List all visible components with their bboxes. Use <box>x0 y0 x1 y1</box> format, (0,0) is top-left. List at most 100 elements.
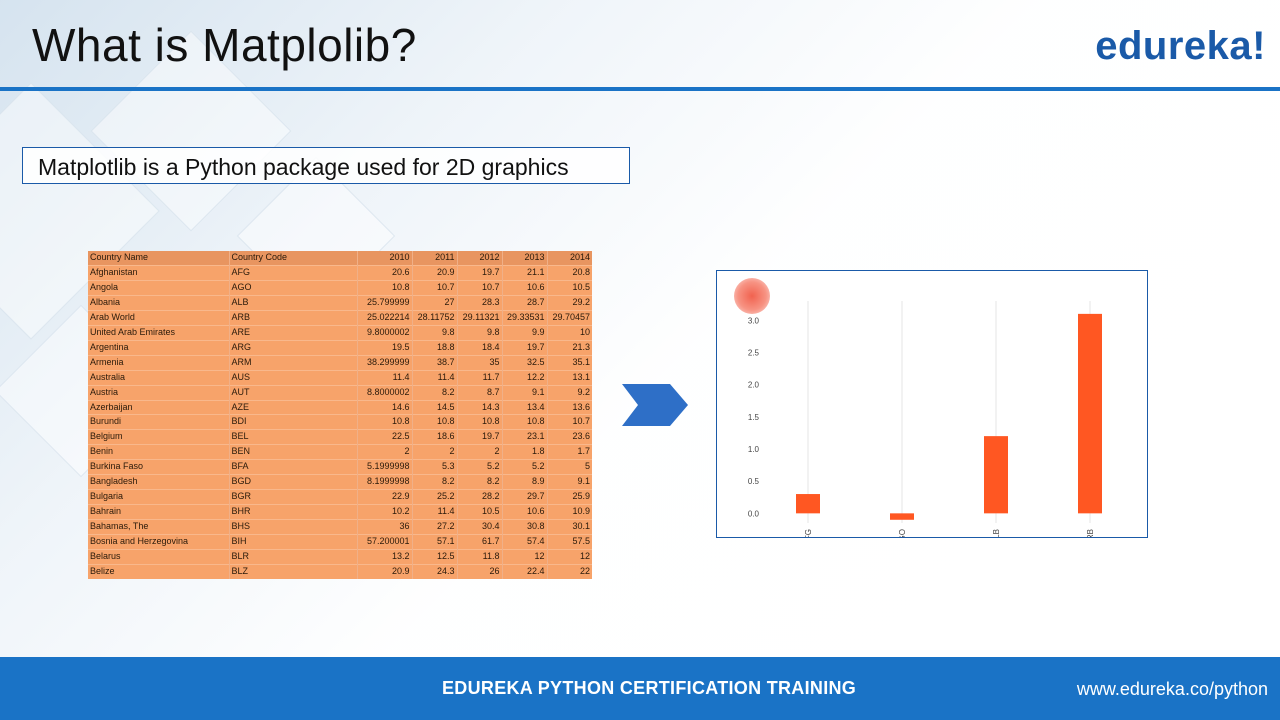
table-cell: BEL <box>228 429 357 445</box>
table-cell: 36 <box>356 519 412 535</box>
table-cell: 11.8 <box>456 549 502 565</box>
table-cell: 25.2 <box>411 489 457 505</box>
table-cell: 23.6 <box>546 429 592 445</box>
table-cell: 14.6 <box>356 399 412 415</box>
bar <box>890 513 914 520</box>
table-cell: BLR <box>228 549 357 565</box>
table-row: Burundi BDI 10.8 10.8 10.8 10.8 10.7 <box>88 414 592 430</box>
table-cell: 2 <box>411 444 457 460</box>
table-cell: 28.11752 <box>411 309 457 326</box>
y-tick-label: 1.5 <box>748 413 760 422</box>
table-cell: 18.8 <box>411 339 457 356</box>
website-url[interactable]: www.edureka.co/python <box>1077 679 1268 700</box>
table-cell: Belize <box>88 563 229 579</box>
table-cell: 18.6 <box>411 429 457 445</box>
table-cell: 10.2 <box>356 504 412 520</box>
table-cell: Arab World <box>88 309 229 326</box>
table-cell: Australia <box>88 369 229 386</box>
table-cell: 5.3 <box>411 459 457 475</box>
table-cell: Benin <box>88 444 229 460</box>
bar-chart: 0.0 0.5 1.0 1.5 2.0 2.5 3.0 AFG AGO ALB ARB <box>748 301 1102 547</box>
y-tick-label: 3.0 <box>748 316 760 325</box>
table-cell: 22.9 <box>356 489 412 505</box>
table-cell: 8.1999998 <box>356 474 412 490</box>
table-cell: 8.2 <box>411 474 457 490</box>
table-cell: 20.9 <box>411 264 457 281</box>
table-cell: AUT <box>228 384 357 401</box>
x-tick-label: ARB <box>1086 529 1095 537</box>
table-cell: 10.6 <box>501 279 547 296</box>
table-row: Bahrain BHR 10.2 11.4 10.5 10.6 10.9 <box>88 504 592 520</box>
table-cell: 10.5 <box>546 279 592 296</box>
table-cell: Bangladesh <box>88 474 229 490</box>
table-cell: 5 <box>546 459 592 475</box>
y-tick-label: 0.0 <box>748 509 760 518</box>
table-row: Belgium BEL 22.5 18.6 19.7 23.1 23.6 <box>88 429 592 445</box>
table-cell: 19.7 <box>501 339 547 356</box>
table-cell: 20.9 <box>356 563 412 579</box>
table-row: Australia AUS 11.4 11.4 11.7 12.2 13.1 <box>88 369 592 386</box>
course-name: EDUREKA PYTHON CERTIFICATION TRAINING <box>442 678 857 698</box>
table-cell: 25.799999 <box>356 294 412 311</box>
table-cell: 57.200001 <box>356 534 412 550</box>
table-cell: 8.2 <box>411 384 457 401</box>
table-row: Arab World ARB 25.022214 28.11752 29.11321 29… <box>88 309 592 326</box>
table-cell: Argentina <box>88 339 229 356</box>
table-cell: AUS <box>228 369 357 386</box>
table-cell: 22 <box>546 563 592 579</box>
table-row: Albania ALB 25.799999 27 28.3 28.7 29.2 <box>88 294 592 311</box>
table-cell: 29.11321 <box>456 309 502 326</box>
table-cell: 38.299999 <box>356 354 412 371</box>
table-cell: 10.7 <box>411 279 457 296</box>
table-cell: ARM <box>228 354 357 371</box>
table-cell: 9.8000002 <box>356 324 412 341</box>
bar <box>1078 313 1102 514</box>
table-cell: 28.7 <box>501 294 547 311</box>
table-row: Bangladesh BGD 8.1999998 8.2 8.2 8.9 9.1 <box>88 474 592 490</box>
table-row: Bahamas, The BHS 36 27.2 30.4 30.8 30.1 <box>88 519 592 535</box>
footer-bar: EDUREKA PYTHON CERTIFICATION TRAINING ww… <box>0 657 1280 720</box>
table-cell: 20.8 <box>546 264 592 281</box>
x-tick-label: AFG <box>804 529 813 537</box>
table-cell: 27 <box>411 294 457 311</box>
table-row: Angola AGO 10.8 10.7 10.7 10.6 10.5 <box>88 279 592 296</box>
table-cell: BHS <box>228 519 357 535</box>
table-cell: Burkina Faso <box>88 459 229 475</box>
table-row: Belarus BLR 13.2 12.5 11.8 12 12 <box>88 549 592 565</box>
table-cell: 29.33531 <box>501 309 547 326</box>
table-cell: 8.2 <box>456 474 502 490</box>
table-cell: 10.8 <box>501 414 547 430</box>
callout-text: Matplotlib is a Python package used for … <box>38 154 569 180</box>
table-row: Bulgaria BGR 22.9 25.2 28.2 29.7 25.9 <box>88 489 592 505</box>
table-cell: 29.7 <box>501 489 547 505</box>
table-cell: Belarus <box>88 549 229 565</box>
table-cell: Albania <box>88 294 229 311</box>
table-cell: 38.7 <box>411 354 457 371</box>
table-cell: 19.7 <box>456 429 502 445</box>
table-cell: ALB <box>228 294 357 311</box>
table-cell: 9.2 <box>546 384 592 401</box>
table-cell: 9.8 <box>411 324 457 341</box>
x-tick-label: AGO <box>898 529 907 537</box>
slide-title: What is Matplolib? <box>32 19 417 71</box>
table-header-cell: 2014 <box>546 251 592 266</box>
table-body: Afghanistan AFG 20.6 20.9 19.7 21.1 20.8 Angola… <box>88 264 592 579</box>
table-cell: 18.4 <box>456 339 502 356</box>
table-row: United Arab Emirates ARE 9.8000002 9.8 9.8 9.… <box>88 324 592 341</box>
y-tick-label: 2.5 <box>748 348 760 357</box>
table-cell: 10.8 <box>356 414 412 430</box>
cursor-highlight-dot <box>734 278 770 314</box>
table-cell: 12.2 <box>501 369 547 386</box>
table-cell: 30.1 <box>546 519 592 535</box>
table-cell: ARB <box>228 309 357 326</box>
table-cell: 24.3 <box>411 563 457 579</box>
table-cell: 14.3 <box>456 399 502 415</box>
table-cell: 57.5 <box>546 534 592 550</box>
table-cell: 32.5 <box>501 354 547 371</box>
table-cell: 14.5 <box>411 399 457 415</box>
table-cell: Bahamas, The <box>88 519 229 535</box>
table-cell: Bosnia and Herzegovina <box>88 534 229 550</box>
y-tick-label: 2.0 <box>748 381 760 390</box>
table-cell: Austria <box>88 384 229 401</box>
table-cell: ARG <box>228 339 357 356</box>
